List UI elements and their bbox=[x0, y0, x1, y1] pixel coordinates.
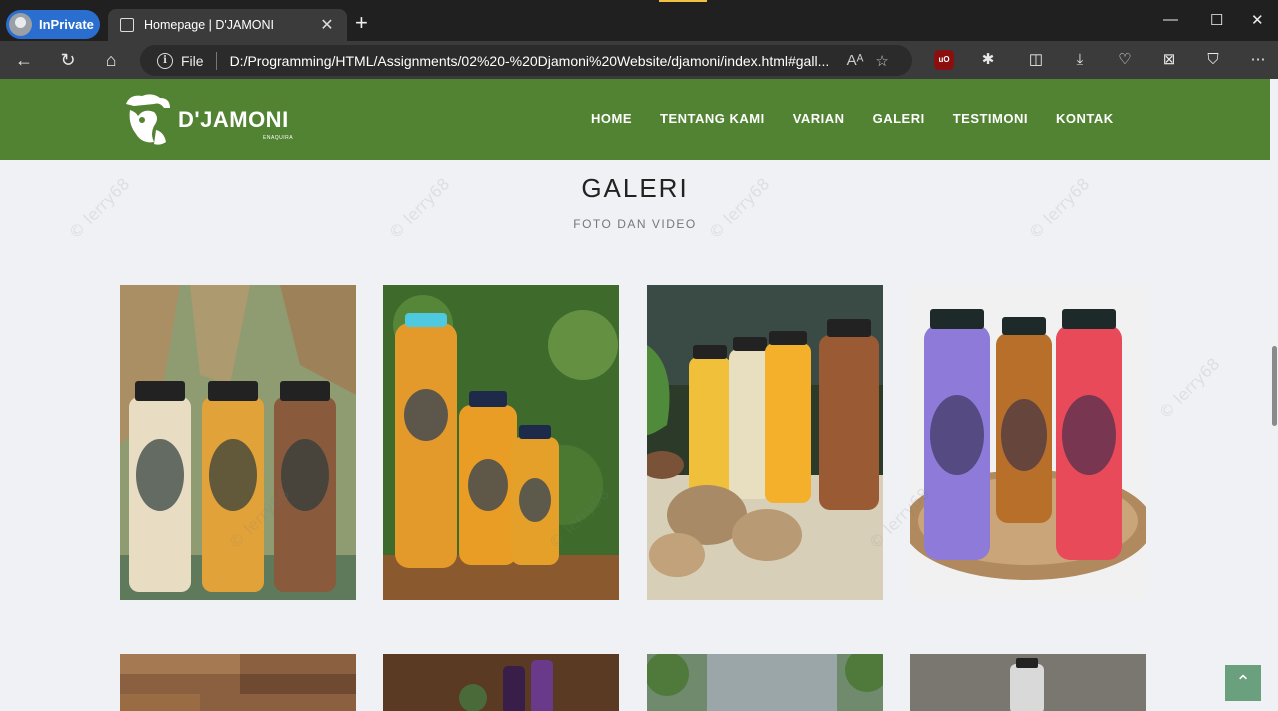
site-logo[interactable]: D'JAMONI ENAQUIRA bbox=[120, 90, 305, 150]
ublock-extension-icon[interactable]: uO bbox=[934, 50, 954, 70]
gallery-image-7[interactable] bbox=[647, 654, 883, 711]
minimize-icon[interactable]: — bbox=[1163, 11, 1178, 28]
inprivate-button[interactable]: InPrivate bbox=[6, 10, 100, 39]
gallery-image-3[interactable] bbox=[647, 285, 883, 600]
back-icon[interactable]: ← bbox=[13, 49, 35, 71]
browser-essentials-icon[interactable]: ♡ bbox=[1115, 50, 1135, 70]
page-viewport: D'JAMONI ENAQUIRA HOME TENTANG KAMI VARI… bbox=[0, 79, 1278, 711]
gallery-image-2[interactable] bbox=[383, 285, 619, 600]
nav-kontak[interactable]: KONTAK bbox=[1056, 111, 1114, 126]
address-scheme-label: File bbox=[181, 52, 204, 69]
inprivate-label: InPrivate bbox=[39, 17, 94, 32]
shield-icon[interactable]: ⛉ bbox=[1203, 50, 1223, 70]
gallery-image-8[interactable] bbox=[910, 654, 1146, 711]
browser-toolbar: ← ↻ ⌂ i File D:/Programming/HTML/Assignm… bbox=[0, 41, 1278, 79]
tab-title: Homepage | D'JAMONI bbox=[144, 18, 274, 32]
close-window-icon[interactable]: ✕ bbox=[1251, 11, 1264, 29]
split-screen-icon[interactable]: ◫ bbox=[1026, 50, 1046, 70]
scrollbar-thumb[interactable] bbox=[1272, 346, 1277, 426]
browser-titlebar: InPrivate Homepage | D'JAMONI ✕ + — ☐ ✕ bbox=[0, 0, 1278, 41]
nav-testimoni[interactable]: TESTIMONI bbox=[953, 111, 1028, 126]
read-aloud-icon[interactable]: A͏ᴬ bbox=[847, 52, 864, 69]
new-tab-icon[interactable]: + bbox=[355, 12, 368, 34]
nav-varian[interactable]: VARIAN bbox=[793, 111, 845, 126]
vx-extension-icon[interactable]: ⊠ bbox=[1159, 50, 1179, 70]
gallery-subtitle: FOTO DAN VIDEO bbox=[573, 217, 697, 231]
logo-mark-icon bbox=[126, 94, 170, 145]
gallery-title: GALERI bbox=[581, 173, 689, 203]
watermark: © lerry68 bbox=[1154, 354, 1224, 423]
back-to-top-button[interactable]: ⌃ bbox=[1225, 665, 1261, 701]
logo-subtext: ENAQUIRA bbox=[263, 135, 294, 141]
more-options-icon[interactable]: ⋯ bbox=[1248, 50, 1268, 70]
close-tab-icon[interactable]: ✕ bbox=[319, 15, 335, 35]
logo-text: D'JAMONI bbox=[178, 107, 289, 132]
page-scrollbar[interactable] bbox=[1270, 79, 1278, 711]
browser-tab[interactable]: Homepage | D'JAMONI ✕ bbox=[108, 9, 347, 41]
extensions-puzzle-icon[interactable]: ✱ bbox=[978, 50, 998, 70]
gallery-image-5[interactable] bbox=[120, 654, 356, 711]
refresh-icon[interactable]: ↻ bbox=[57, 49, 79, 71]
page-icon bbox=[120, 18, 134, 32]
address-divider bbox=[215, 51, 217, 70]
gallery-image-4[interactable] bbox=[910, 285, 1146, 600]
gallery-image-6[interactable] bbox=[383, 654, 619, 711]
url-text[interactable]: D:/Programming/HTML/Assignments/02%20-%2… bbox=[230, 53, 835, 69]
profile-avatar bbox=[9, 13, 32, 36]
address-bar[interactable]: i File D:/Programming/HTML/Assignments/0… bbox=[140, 45, 912, 76]
gallery-image-1[interactable] bbox=[120, 285, 356, 600]
info-icon[interactable]: i bbox=[157, 52, 173, 69]
nav-home[interactable]: HOME bbox=[591, 111, 632, 126]
nav-tentang-kami[interactable]: TENTANG KAMI bbox=[660, 111, 765, 126]
nav-galeri[interactable]: GALERI bbox=[873, 111, 925, 126]
favorite-star-icon[interactable]: ☆ bbox=[875, 52, 888, 70]
nav-menu: HOME TENTANG KAMI VARIAN GALERI TESTIMON… bbox=[591, 111, 1142, 126]
maximize-icon[interactable]: ☐ bbox=[1210, 11, 1223, 29]
home-icon[interactable]: ⌂ bbox=[100, 49, 122, 71]
site-navbar: D'JAMONI ENAQUIRA HOME TENTANG KAMI VARI… bbox=[0, 79, 1270, 160]
download-icon[interactable]: ⤓ bbox=[1070, 50, 1090, 70]
titlebar-accent bbox=[659, 0, 707, 2]
chevron-up-icon: ⌃ bbox=[1235, 672, 1251, 692]
